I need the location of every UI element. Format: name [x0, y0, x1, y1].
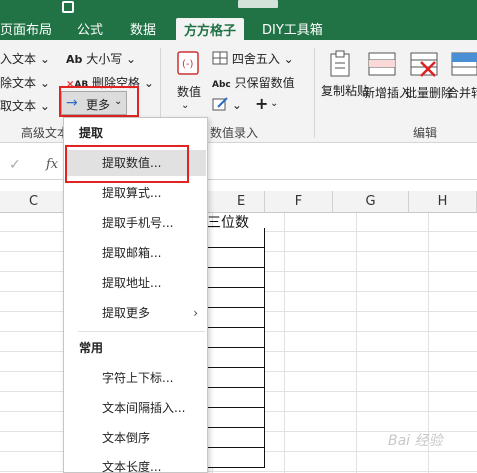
table-cell[interactable]	[207, 428, 265, 448]
table-cell[interactable]	[207, 448, 265, 468]
copy-paste-button[interactable]: 复制粘贴	[321, 84, 369, 98]
extract-text-button[interactable]: 取文本 ⌄	[0, 97, 50, 114]
round-button[interactable]: 四舍五入 ⌄	[212, 50, 294, 67]
table-cell[interactable]	[207, 408, 265, 428]
tab-data[interactable]: 数据	[130, 19, 156, 38]
table-cell[interactable]	[207, 228, 265, 248]
delete-text-button[interactable]: 除文本 ⌄	[0, 74, 50, 91]
copy-paste-icon	[330, 50, 350, 77]
case-icon: Ab	[66, 53, 83, 66]
insert-icon	[368, 52, 396, 76]
chevron-right-icon: ›	[193, 306, 198, 320]
more-label: 更多	[86, 98, 111, 112]
value-chevron-icon: ⌄	[181, 100, 190, 111]
value-button[interactable]: 数值	[177, 83, 201, 100]
menu-item-text-spacing[interactable]: 文本间隔插入...	[65, 395, 206, 421]
table-cell[interactable]	[207, 388, 265, 408]
table-cell[interactable]	[207, 328, 265, 348]
watermark: Bai 经验	[388, 433, 443, 449]
column-header-e[interactable]: E	[207, 191, 265, 213]
remove-space-button[interactable]: ×AB 删除空格 ⌄	[66, 74, 154, 91]
batch-delete-button[interactable]: 批量删除	[405, 84, 453, 101]
column-header-c[interactable]: C	[0, 191, 68, 213]
svg-text:(-): (-)	[182, 59, 194, 70]
group-label-numeric: 数值录入	[210, 126, 259, 140]
menu-section-extract: 提取	[79, 126, 104, 140]
insert-button[interactable]: 新增插入	[363, 84, 411, 101]
merge-icon	[451, 52, 477, 76]
value-icon: (-)	[177, 51, 199, 75]
tab-formulas[interactable]: 公式	[77, 19, 103, 38]
tab-page-layout[interactable]: 页面布局	[0, 19, 52, 38]
plus-icon[interactable]: +	[255, 94, 268, 113]
menu-item-extract-value[interactable]: 提取数值...	[65, 150, 206, 176]
tab-fangfang-gezi[interactable]: 方方格子	[176, 18, 245, 40]
check-icon[interactable]: ✓	[9, 157, 21, 173]
table-cell[interactable]	[207, 288, 265, 308]
table-cell[interactable]	[207, 268, 265, 288]
table-cell[interactable]	[207, 308, 265, 328]
group-label-advanced-text: 高级文本	[21, 126, 70, 140]
group-label-edit: 编辑	[413, 126, 438, 140]
menu-item-extract-formula[interactable]: 提取算式...	[65, 180, 206, 206]
more-dropdown-menu: 提取 提取数值... 提取算式... 提取手机号... 提取邮箱... 提取地址…	[63, 117, 208, 473]
window-title	[238, 0, 278, 8]
column-header-f[interactable]: F	[265, 191, 333, 213]
insert-text-button[interactable]: 入文本 ⌄	[0, 50, 50, 67]
menu-item-reverse-text[interactable]: 文本倒序	[65, 425, 206, 451]
case-button[interactable]: Ab 大小写 ⌄	[66, 50, 136, 67]
keep-value-button[interactable]: Abc 只保留数值	[212, 74, 295, 91]
menu-item-extract-phone[interactable]: 提取手机号...	[65, 210, 206, 236]
menu-section-common: 常用	[79, 341, 104, 355]
merge-button[interactable]: 合并转换	[447, 84, 477, 101]
table-cell[interactable]	[207, 348, 265, 368]
fx-icon[interactable]: fx	[46, 157, 58, 172]
menu-item-text-length[interactable]: 文本长度...	[65, 454, 206, 473]
save-icon[interactable]	[62, 1, 74, 13]
grid-icon	[212, 51, 228, 65]
ribbon-tabs: 页面布局 公式 数据 方方格子 DIY工具箱	[0, 14, 477, 40]
title-bar	[0, 0, 477, 14]
edit-button[interactable]: ⌄	[212, 97, 242, 112]
column-header-h[interactable]: H	[409, 191, 477, 213]
menu-item-extract-more[interactable]: 提取更多 ›	[65, 300, 206, 326]
tab-diy-toolbox[interactable]: DIY工具箱	[262, 19, 323, 38]
menu-item-extract-email[interactable]: 提取邮箱...	[65, 240, 206, 266]
chevron-down-icon: ⌄	[114, 96, 123, 107]
abc-icon: Abc	[212, 80, 231, 90]
more-button[interactable]: → 更多 ⌄	[61, 91, 127, 115]
menu-divider	[78, 331, 205, 332]
table-cell[interactable]	[207, 248, 265, 268]
plus-chevron-icon: ⌄	[270, 98, 279, 109]
batch-delete-icon	[410, 52, 438, 77]
group-divider	[314, 48, 315, 138]
menu-item-superscript[interactable]: 字符上下标...	[65, 365, 206, 391]
table-cell[interactable]	[207, 368, 265, 388]
arrow-right-icon: →	[66, 95, 78, 111]
edit-icon	[212, 97, 228, 111]
menu-item-extract-address[interactable]: 提取地址...	[65, 270, 206, 296]
column-header-g[interactable]: G	[333, 191, 409, 213]
